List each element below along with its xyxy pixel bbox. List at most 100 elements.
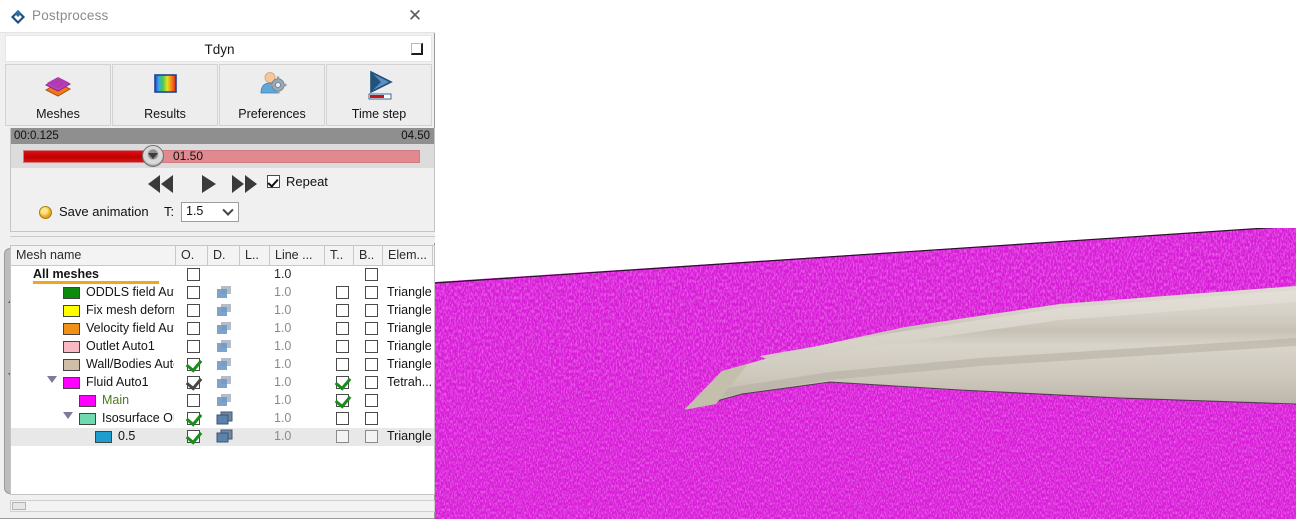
table-row[interactable]: Fix mesh deformati... 1.0 Triangle	[11, 302, 434, 320]
toolbar-button-time-step[interactable]: Time step	[326, 64, 432, 126]
mesh-row-checkbox-o[interactable]	[187, 268, 200, 281]
app-title: Tdyn	[204, 42, 235, 57]
element-type-value: Triangle	[387, 339, 432, 353]
mesh-row-checkbox-t[interactable]	[336, 430, 349, 443]
restore-window-icon[interactable]	[411, 43, 423, 55]
mesh-column-header-l[interactable]: L..	[240, 246, 270, 265]
toolbar-button-preferences[interactable]: Preferences	[219, 64, 325, 126]
mesh-row-checkbox-b[interactable]	[365, 376, 378, 389]
mesh-color-swatch[interactable]	[63, 341, 80, 353]
mesh-color-swatch[interactable]	[79, 413, 96, 425]
anim-panel-splitter[interactable]	[10, 236, 435, 243]
line-width-value[interactable]: 1.0	[274, 393, 291, 407]
mesh-row-checkbox-t[interactable]	[336, 412, 349, 425]
mesh-row-checkbox-b[interactable]	[365, 430, 378, 443]
line-width-value[interactable]: 1.0	[274, 357, 291, 371]
mesh-row-checkbox-o[interactable]	[187, 394, 200, 407]
display-mode-icon[interactable]	[216, 429, 234, 444]
mesh-color-swatch[interactable]	[63, 287, 80, 299]
table-row[interactable]: Main 1.0	[11, 392, 434, 410]
line-width-value[interactable]: 1.0	[274, 267, 291, 281]
mesh-row-checkbox-b[interactable]	[365, 340, 378, 353]
display-mode-icon[interactable]	[216, 357, 234, 372]
expand-collapse-icon[interactable]	[47, 376, 57, 383]
repeat-checkbox[interactable]: Repeat	[267, 174, 328, 189]
mesh-color-swatch[interactable]	[63, 359, 80, 371]
mesh-color-swatch[interactable]	[63, 305, 80, 317]
mesh-column-header-d[interactable]: D.	[208, 246, 240, 265]
display-mode-icon[interactable]	[216, 375, 234, 390]
t-value-dropdown[interactable]: 1.5	[181, 202, 239, 222]
mesh-color-swatch[interactable]	[63, 323, 80, 335]
timeline-track[interactable]	[23, 150, 420, 163]
display-mode-icon[interactable]	[216, 411, 234, 426]
mesh-row-checkbox-o[interactable]	[187, 340, 200, 353]
close-icon[interactable]: ✕	[401, 4, 429, 28]
mesh-row-checkbox-b[interactable]	[365, 412, 378, 425]
mesh-row-checkbox-o[interactable]	[187, 322, 200, 335]
timeline-thumb[interactable]	[142, 145, 164, 167]
line-width-value[interactable]: 1.0	[274, 375, 291, 389]
fast-forward-button[interactable]	[227, 172, 261, 196]
mesh-row-checkbox-o[interactable]	[187, 412, 200, 425]
expand-collapse-icon[interactable]	[63, 412, 73, 419]
mesh-row-checkbox-t[interactable]	[336, 322, 349, 335]
mesh-row-checkbox-b[interactable]	[365, 322, 378, 335]
mesh-column-header-elem[interactable]: Elem...	[383, 246, 433, 265]
mesh-color-swatch[interactable]	[79, 395, 96, 407]
toolbar-button-results[interactable]: Results	[112, 64, 218, 126]
mesh-row-checkbox-t[interactable]	[336, 394, 349, 407]
mesh-row-checkbox-o[interactable]	[187, 286, 200, 299]
save-animation-row: Save animation T: 1.5	[11, 200, 434, 230]
mesh-row-checkbox-t[interactable]	[336, 340, 349, 353]
mesh-row-checkbox-t[interactable]	[336, 358, 349, 371]
table-row[interactable]: Wall/Bodies Auto1 1.0 Triangle	[11, 356, 434, 374]
mesh-column-header-t[interactable]: T..	[325, 246, 354, 265]
line-width-value[interactable]: 1.0	[274, 411, 291, 425]
repeat-checkbox-box[interactable]	[267, 175, 280, 188]
table-row[interactable]: Fluid Auto1 1.0 Tetrah...	[11, 374, 434, 392]
mesh-row-checkbox-t[interactable]	[336, 286, 349, 299]
mesh-row-checkbox-o[interactable]	[187, 430, 200, 443]
save-animation-icon[interactable]	[39, 206, 52, 219]
table-row[interactable]: All meshes 1.0	[11, 266, 434, 284]
rewind-button[interactable]	[144, 172, 178, 196]
line-width-value[interactable]: 1.0	[274, 303, 291, 317]
display-mode-icon[interactable]	[216, 303, 234, 318]
mesh-row-checkbox-b[interactable]	[365, 268, 378, 281]
line-width-value[interactable]: 1.0	[274, 321, 291, 335]
display-mode-icon[interactable]	[216, 393, 234, 408]
mesh-horizontal-scrollbar[interactable]	[10, 500, 435, 512]
mesh-row-checkbox-t[interactable]	[336, 304, 349, 317]
mesh-row-checkbox-o[interactable]	[187, 304, 200, 317]
mesh-column-header-b[interactable]: B..	[354, 246, 383, 265]
mesh-column-header-line[interactable]: Line ...	[270, 246, 325, 265]
table-row[interactable]: Isosurface OLS 1.0	[11, 410, 434, 428]
mesh-row-checkbox-o[interactable]	[187, 376, 200, 389]
timeline-slider[interactable]: 01.50	[11, 144, 434, 168]
table-row[interactable]: ODDLS field Auto1 1.0 Triangle	[11, 284, 434, 302]
mesh-color-swatch[interactable]	[63, 377, 80, 389]
line-width-value[interactable]: 1.0	[274, 339, 291, 353]
mesh-hscroll-thumb[interactable]	[12, 502, 26, 510]
display-mode-icon[interactable]	[216, 339, 234, 354]
mesh-column-header-name[interactable]: Mesh name	[11, 246, 176, 265]
mesh-row-checkbox-t[interactable]	[336, 376, 349, 389]
display-mode-icon[interactable]	[216, 285, 234, 300]
mesh-row-checkbox-o[interactable]	[187, 358, 200, 371]
mesh-row-checkbox-b[interactable]	[365, 286, 378, 299]
play-button[interactable]	[191, 172, 225, 196]
mesh-row-checkbox-b[interactable]	[365, 358, 378, 371]
mesh-color-swatch[interactable]	[95, 431, 112, 443]
toolbar-button-meshes[interactable]: Meshes	[5, 64, 111, 126]
table-row[interactable]: 0.5 1.0 Triangle	[11, 428, 434, 446]
table-row[interactable]: Outlet Auto1 1.0 Triangle	[11, 338, 434, 356]
line-width-value[interactable]: 1.0	[274, 429, 291, 443]
mesh-row-checkbox-b[interactable]	[365, 394, 378, 407]
line-width-value[interactable]: 1.0	[274, 285, 291, 299]
display-mode-icon[interactable]	[216, 321, 234, 336]
save-animation-label[interactable]: Save animation	[59, 204, 149, 219]
mesh-column-header-o[interactable]: O.	[176, 246, 208, 265]
mesh-row-checkbox-b[interactable]	[365, 304, 378, 317]
table-row[interactable]: Velocity field Auto1 1.0 Triangle	[11, 320, 434, 338]
